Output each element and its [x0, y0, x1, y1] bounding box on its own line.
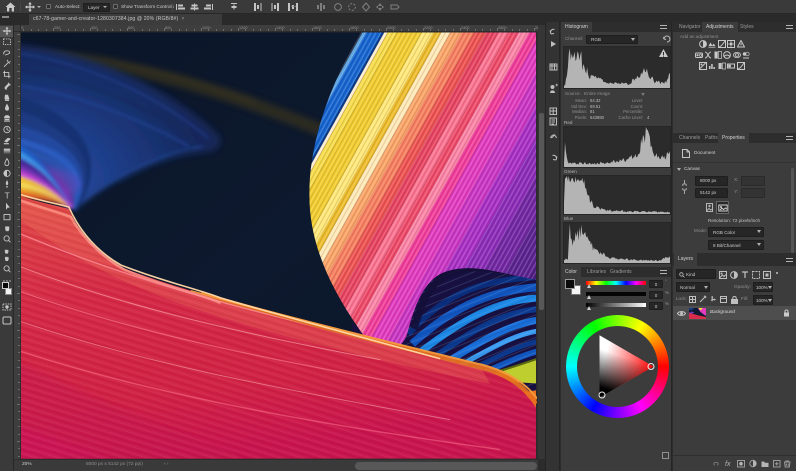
- svg-text:T: T: [5, 190, 10, 200]
- svg-text:fx: fx: [725, 461, 731, 468]
